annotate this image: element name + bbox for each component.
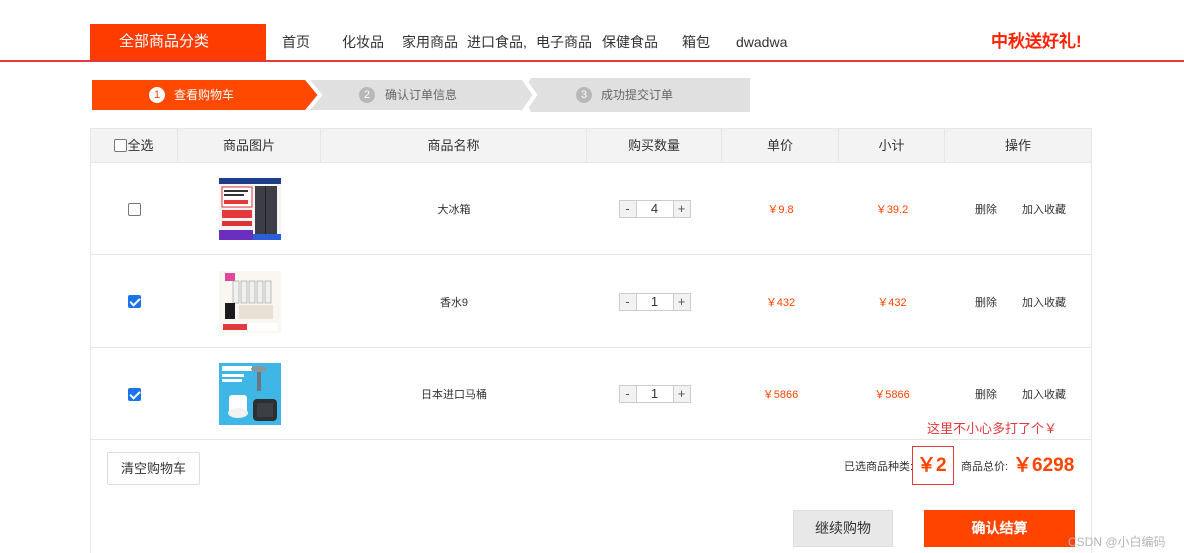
header-name: 商品名称 <box>321 129 587 163</box>
product-name: 香水9 <box>439 296 469 309</box>
all-categories-button[interactable]: 全部商品分类 <box>90 24 266 60</box>
add-to-favorites-link[interactable]: 加入收藏 <box>1015 255 1073 348</box>
toilet-product-image[interactable] <box>218 363 281 425</box>
step-2-number: 2 <box>359 87 375 103</box>
nav-health-food[interactable]: 保健食品 <box>602 24 658 60</box>
quantity-input[interactable]: 1 <box>636 292 673 311</box>
row-checkbox[interactable] <box>128 387 141 401</box>
step-3-number: 3 <box>576 87 592 103</box>
quantity-stepper: - 1 + <box>618 385 691 403</box>
increase-button[interactable]: + <box>672 385 691 403</box>
subtotal: ￥39.2 <box>875 204 909 216</box>
unit-price: ￥9.8 <box>767 204 794 216</box>
total-price-label: 商品总价: <box>961 461 1009 473</box>
cart-row: 大冰箱 - 4 + ￥9.8 ￥39.2 删除 加入收藏 <box>91 163 1091 255</box>
delete-link[interactable]: 删除 <box>957 255 1015 348</box>
perfume-image-art <box>218 270 281 333</box>
watermark: CSDN @小白编码 <box>1068 535 1166 549</box>
header-quantity: 购买数量 <box>587 129 722 163</box>
row-checkbox[interactable] <box>128 202 141 216</box>
row-checkbox[interactable] <box>128 295 141 308</box>
selected-kinds-value: ￥2 <box>917 455 947 476</box>
quantity-stepper: - 1 + <box>618 292 691 311</box>
header-image: 商品图片 <box>178 129 321 163</box>
product-name: 日本进口马桶 <box>421 389 487 401</box>
header-subtotal: 小计 <box>839 129 945 163</box>
perfume-product-image[interactable] <box>218 270 281 333</box>
quantity-stepper: - 4 + <box>618 200 691 218</box>
annotation-note: 这里不小心多打了个￥ <box>927 421 1058 436</box>
select-all-label: 全选 <box>127 138 154 153</box>
select-all-checkbox[interactable] <box>114 139 128 152</box>
unit-price: ￥432 <box>765 296 796 309</box>
step-1-label: 查看购物车 <box>174 88 235 102</box>
step-2-label: 确认订单信息 <box>385 88 458 102</box>
cart-table-header: 全选 商品图片 商品名称 购买数量 单价 小计 操作 <box>91 129 1091 163</box>
subtotal: ￥432 <box>877 296 907 309</box>
continue-shopping-button[interactable]: 继续购物 <box>793 510 893 547</box>
clear-cart-button[interactable]: 清空购物车 <box>107 452 200 485</box>
decrease-button[interactable]: - <box>618 200 637 218</box>
nav-home[interactable]: 首页 <box>282 24 310 60</box>
nav-cosmetics[interactable]: 化妆品 <box>342 24 384 60</box>
header-unit-price: 单价 <box>722 129 839 163</box>
cart-row: 香水9 - 1 + ￥432 ￥432 删除 加入收藏 <box>91 255 1091 348</box>
total-price-value: ￥6298 <box>1013 455 1075 476</box>
add-to-favorites-link[interactable]: 加入收藏 <box>1015 163 1073 255</box>
cart-table: 全选 商品图片 商品名称 购买数量 单价 小计 操作 大冰箱 - 4 + ￥9.… <box>90 128 1092 553</box>
delete-link[interactable]: 删除 <box>957 163 1015 255</box>
fridge-product-image[interactable] <box>218 178 281 240</box>
decrease-button[interactable]: - <box>618 292 637 311</box>
select-all-header: 全选 <box>91 129 178 163</box>
checkout-steps: 1 查看购物车 2 确认订单信息 3 成功提交订单 <box>90 78 750 112</box>
toilet-image-art <box>218 363 281 425</box>
top-header: 全部商品分类 首页 化妆品 家用商品 进口食品, 电子商品 保健食品 箱包 dw… <box>0 0 1184 62</box>
quantity-input[interactable]: 1 <box>636 385 673 403</box>
unit-price: ￥5866 <box>762 389 799 401</box>
product-name: 大冰箱 <box>437 204 471 216</box>
header-actions: 操作 <box>1004 138 1031 153</box>
promo-text: 中秋送好礼! <box>991 32 1082 51</box>
selected-kinds-label: 已选商品种类: <box>844 461 914 473</box>
nav-household[interactable]: 家用商品 <box>402 24 458 60</box>
step-1-number: 1 <box>149 87 165 103</box>
increase-button[interactable]: + <box>672 292 691 311</box>
fridge-image-art <box>218 178 281 240</box>
confirm-checkout-button[interactable]: 确认结算 <box>924 510 1075 547</box>
nav-dwadwa[interactable]: dwadwa <box>736 24 787 60</box>
decrease-button[interactable]: - <box>618 385 637 403</box>
quantity-input[interactable]: 4 <box>636 200 673 218</box>
step-3-label: 成功提交订单 <box>601 88 674 102</box>
increase-button[interactable]: + <box>672 200 691 218</box>
nav-imported-food[interactable]: 进口食品, <box>467 24 527 60</box>
nav-electronics[interactable]: 电子商品 <box>536 24 592 60</box>
nav-bags[interactable]: 箱包 <box>682 24 710 60</box>
